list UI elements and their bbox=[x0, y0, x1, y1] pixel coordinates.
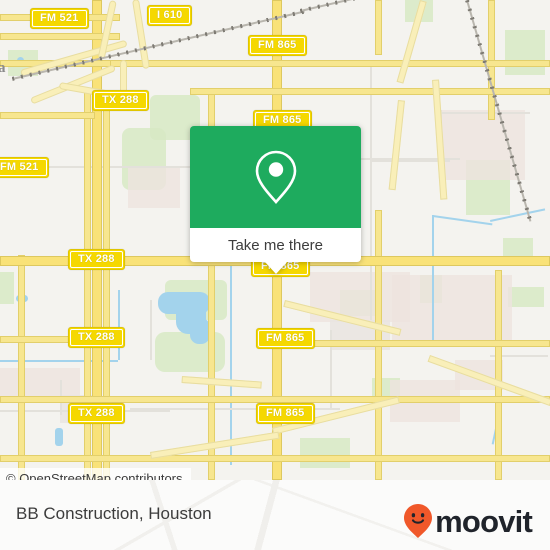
take-me-there-label: Take me there bbox=[227, 236, 324, 254]
moovit-logo[interactable]: moovit bbox=[403, 503, 533, 539]
road-shield: FM 521 bbox=[30, 8, 89, 29]
moovit-wordmark: moovit bbox=[435, 503, 533, 539]
road-shield: FM 865 bbox=[256, 328, 315, 349]
road-shield-label: FM 865 bbox=[258, 405, 313, 422]
map-canvas[interactable]: a FM 521 I 610 FM 865 TX 288 FM 865 FM 521 TX … bbox=[0, 0, 550, 480]
stream bbox=[118, 290, 120, 360]
road-shield-label: TX 288 bbox=[70, 405, 123, 422]
osm-attribution[interactable]: © OpenStreetMap contributors bbox=[0, 468, 191, 480]
residential-area bbox=[392, 275, 512, 345]
road-shield: I 610 bbox=[147, 5, 193, 26]
road-shield-label: TX 288 bbox=[70, 329, 123, 346]
road-shield-label: FM 865 bbox=[258, 330, 313, 347]
residential-area bbox=[440, 110, 525, 180]
residential-area bbox=[128, 168, 180, 208]
road-shield-label: FM 865 bbox=[250, 37, 305, 54]
road-shield: FM 521 bbox=[0, 157, 49, 178]
road-shield: FM 865 bbox=[248, 35, 307, 56]
road-shield-label: FM 521 bbox=[0, 159, 47, 176]
railway bbox=[300, 0, 359, 12]
horizontal-road bbox=[300, 340, 550, 347]
horizontal-road bbox=[0, 112, 95, 119]
minor-road bbox=[370, 190, 372, 320]
short-road bbox=[181, 376, 262, 389]
road-shield: TX 288 bbox=[68, 403, 125, 424]
park-area bbox=[503, 238, 533, 258]
stream bbox=[432, 215, 493, 225]
road-shield: TX 288 bbox=[68, 327, 125, 348]
horizontal-road bbox=[0, 396, 550, 403]
minor-road bbox=[440, 112, 530, 114]
diagonal-road bbox=[388, 100, 405, 191]
place-title: BB Construction, Houston bbox=[16, 504, 212, 523]
park-area bbox=[300, 438, 350, 468]
road-shield-label: I 610 bbox=[149, 7, 191, 24]
residential-area bbox=[0, 368, 80, 396]
callout-pointer bbox=[264, 262, 287, 274]
road-shield: TX 288 bbox=[68, 249, 125, 270]
lake bbox=[190, 318, 210, 344]
road-shield: TX 288 bbox=[92, 90, 149, 111]
park-area bbox=[0, 272, 14, 304]
road-shield-label: FM 521 bbox=[32, 10, 87, 27]
map-partial-label: a bbox=[0, 60, 6, 76]
stream bbox=[432, 215, 434, 345]
road-shield-label: TX 288 bbox=[70, 251, 123, 268]
take-me-there-button[interactable]: Take me there bbox=[190, 228, 361, 262]
place-callout-card[interactable]: Take me there bbox=[190, 126, 361, 274]
park-area bbox=[505, 30, 545, 75]
vertical-road bbox=[375, 0, 382, 55]
horizontal-road bbox=[0, 455, 550, 462]
minor-road bbox=[370, 60, 372, 190]
moovit-smiley-pin-icon bbox=[404, 504, 433, 538]
road-shield: FM 865 bbox=[256, 403, 315, 424]
vertical-road bbox=[18, 255, 25, 480]
minor-road bbox=[150, 300, 152, 360]
screenshot-root: a FM 521 I 610 FM 865 TX 288 FM 865 FM 521 TX … bbox=[0, 0, 550, 550]
callout-image-area bbox=[190, 126, 361, 228]
pond bbox=[55, 428, 63, 446]
map-pin-icon bbox=[255, 150, 296, 204]
park-area bbox=[508, 287, 544, 307]
vertical-road bbox=[495, 270, 502, 480]
road-shield-label: TX 288 bbox=[94, 92, 147, 109]
